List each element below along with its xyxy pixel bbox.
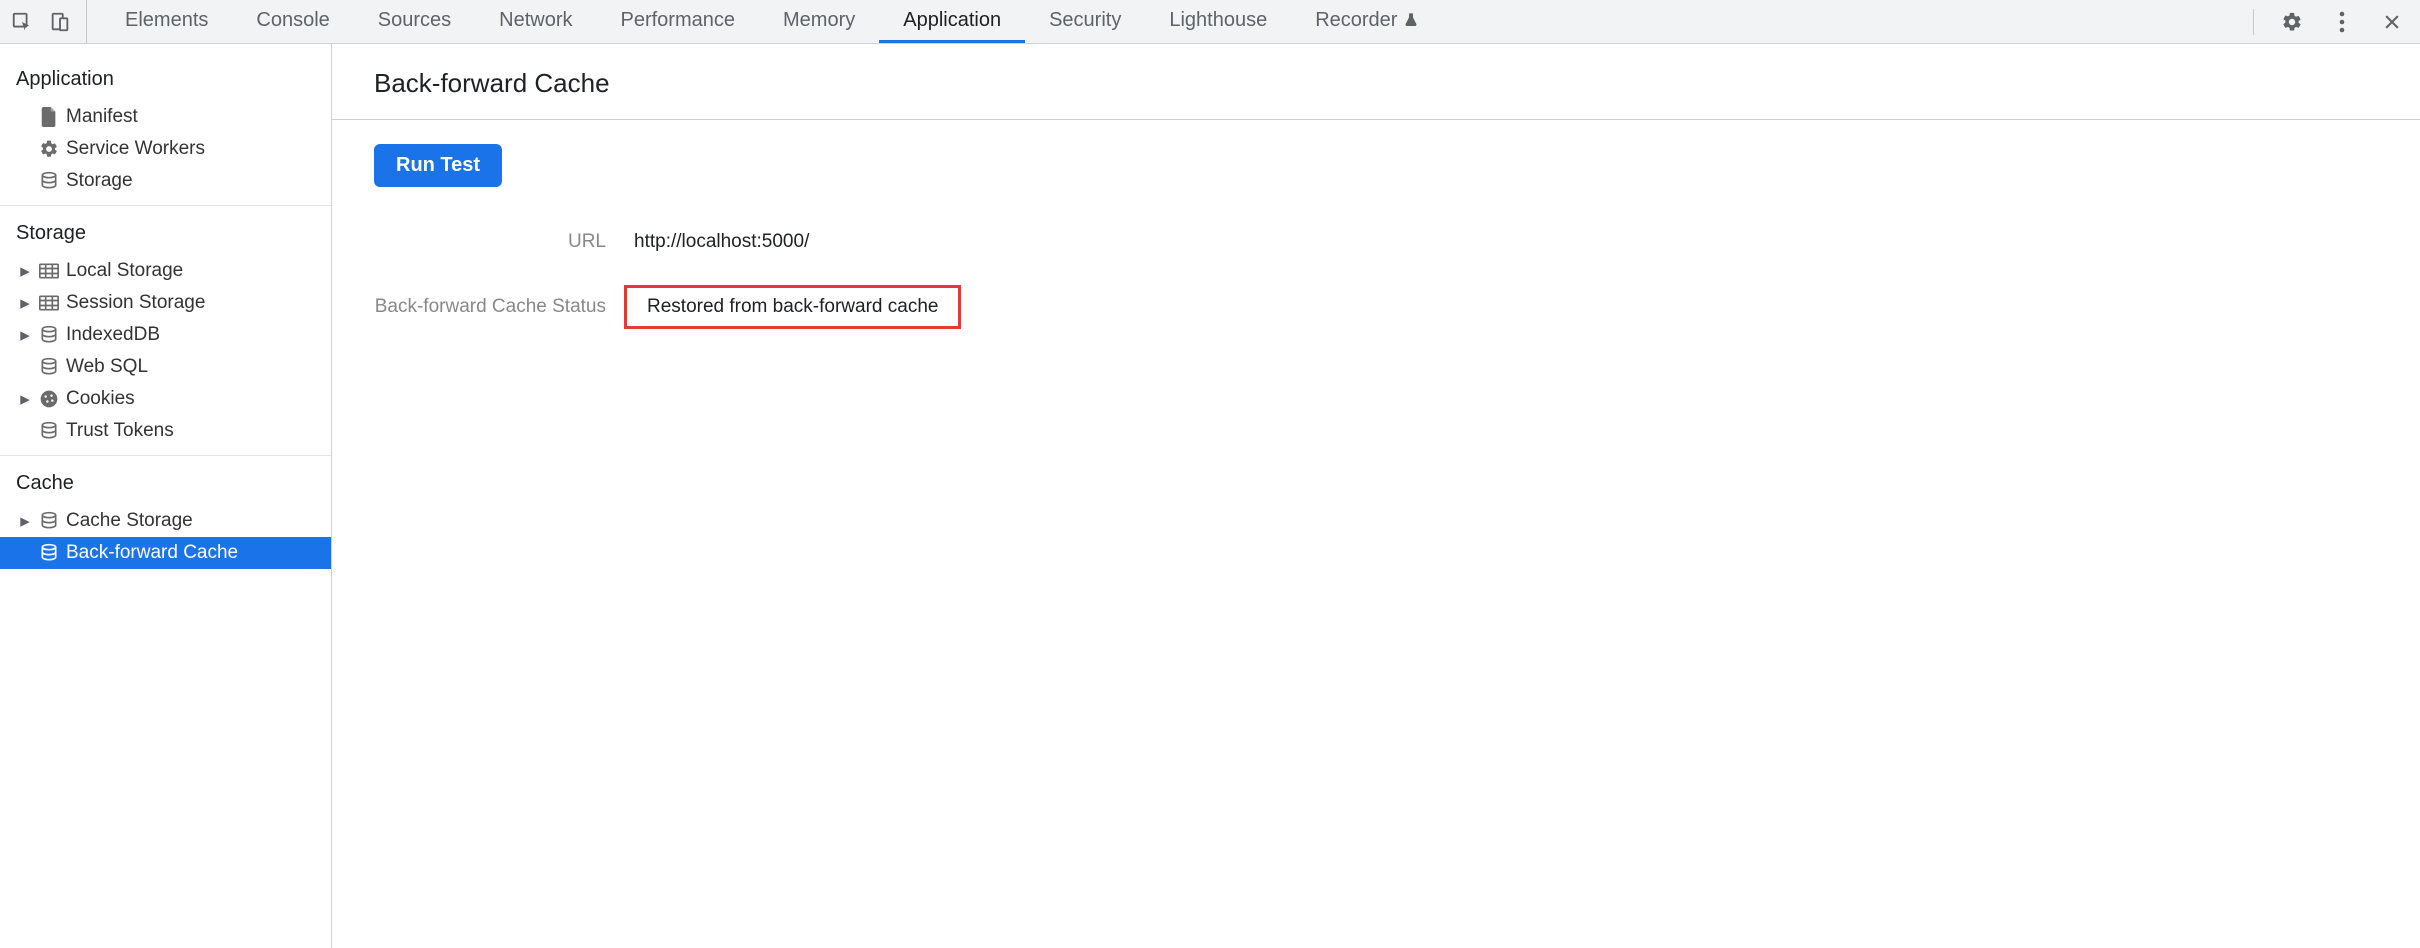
database-icon: [38, 542, 60, 564]
devtools-topbar: Elements Console Sources Network Perform…: [0, 0, 2420, 44]
sidebar-item-label: Session Storage: [66, 292, 205, 314]
close-icon[interactable]: [2380, 10, 2404, 34]
sidebar-item-cache-storage[interactable]: ▸ Cache Storage: [0, 505, 331, 537]
sidebar-item-trust-tokens[interactable]: ▸ Trust Tokens: [0, 415, 331, 447]
divider: [2253, 9, 2254, 35]
section-cache: Cache ▸ Cache Storage ▸ Back-forward Cac…: [0, 464, 331, 577]
tab-lighthouse[interactable]: Lighthouse: [1145, 0, 1291, 43]
main-area: Application ▸ Manifest ▸ Service Workers…: [0, 44, 2420, 948]
sidebar-item-label: Back-forward Cache: [66, 542, 238, 564]
url-label: URL: [374, 231, 624, 253]
section-application: Application ▸ Manifest ▸ Service Workers…: [0, 60, 331, 206]
tab-sources[interactable]: Sources: [354, 0, 475, 43]
sidebar-item-label: Cookies: [66, 388, 135, 410]
sidebar-item-label: IndexedDB: [66, 324, 160, 346]
inspect-element-icon[interactable]: [10, 10, 34, 34]
sidebar-item-storage[interactable]: ▸ Storage: [0, 165, 331, 197]
tab-recorder-label: Recorder: [1315, 9, 1397, 32]
sidebar-item-manifest[interactable]: ▸ Manifest: [0, 101, 331, 133]
cookie-icon: [38, 388, 60, 410]
tab-performance[interactable]: Performance: [597, 0, 760, 43]
sidebar-item-label: Cache Storage: [66, 510, 193, 532]
sidebar-item-label: Storage: [66, 170, 133, 192]
url-value: http://localhost:5000/: [624, 225, 819, 259]
content-body: Run Test URL http://localhost:5000/ Back…: [332, 120, 2420, 379]
table-icon: [38, 260, 60, 282]
chevron-right-icon: ▸: [18, 296, 32, 310]
status-label: Back-forward Cache Status: [374, 296, 624, 318]
flask-icon: [1403, 12, 1419, 28]
sidebar-item-label: Trust Tokens: [66, 420, 174, 442]
database-icon: [38, 324, 60, 346]
section-title-application: Application: [0, 60, 331, 101]
sidebar-item-session-storage[interactable]: ▸ Session Storage: [0, 287, 331, 319]
page-title: Back-forward Cache: [374, 68, 2420, 99]
chevron-right-icon: ▸: [18, 264, 32, 278]
section-storage: Storage ▸ Local Storage ▸ Session Storag…: [0, 214, 331, 456]
settings-icon[interactable]: [2280, 10, 2304, 34]
section-title-cache: Cache: [0, 464, 331, 505]
database-icon: [38, 420, 60, 442]
topbar-right-controls: [2253, 9, 2410, 35]
sidebar-item-label: Web SQL: [66, 356, 148, 378]
tab-memory[interactable]: Memory: [759, 0, 879, 43]
chevron-right-icon: ▸: [18, 328, 32, 342]
sidebar-item-local-storage[interactable]: ▸ Local Storage: [0, 255, 331, 287]
content-header: Back-forward Cache: [332, 44, 2420, 120]
database-icon: [38, 510, 60, 532]
device-toggle-icon[interactable]: [48, 10, 72, 34]
more-icon[interactable]: [2330, 10, 2354, 34]
tab-elements[interactable]: Elements: [101, 0, 232, 43]
info-row-status: Back-forward Cache Status Restored from …: [374, 285, 2378, 329]
sidebar-item-label: Local Storage: [66, 260, 183, 282]
sidebar-item-label: Service Workers: [66, 138, 205, 160]
info-row-url: URL http://localhost:5000/: [374, 225, 2378, 259]
info-grid: URL http://localhost:5000/ Back-forward …: [374, 225, 2378, 329]
application-sidebar: Application ▸ Manifest ▸ Service Workers…: [0, 44, 332, 948]
database-icon: [38, 170, 60, 192]
tab-console[interactable]: Console: [232, 0, 353, 43]
sidebar-item-bfcache[interactable]: ▸ Back-forward Cache: [0, 537, 331, 569]
sidebar-item-cookies[interactable]: ▸ Cookies: [0, 383, 331, 415]
tab-network[interactable]: Network: [475, 0, 596, 43]
run-test-button[interactable]: Run Test: [374, 144, 502, 187]
topbar-left-controls: [10, 0, 87, 43]
section-title-storage: Storage: [0, 214, 331, 255]
tab-recorder[interactable]: Recorder: [1291, 0, 1443, 43]
database-icon: [38, 356, 60, 378]
sidebar-item-label: Manifest: [66, 106, 138, 128]
content-pane: Back-forward Cache Run Test URL http://l…: [332, 44, 2420, 948]
chevron-right-icon: ▸: [18, 392, 32, 406]
document-icon: [38, 106, 60, 128]
tab-application[interactable]: Application: [879, 0, 1025, 43]
status-value: Restored from back-forward cache: [624, 285, 961, 329]
tab-security[interactable]: Security: [1025, 0, 1145, 43]
sidebar-item-indexeddb[interactable]: ▸ IndexedDB: [0, 319, 331, 351]
sidebar-item-service-workers[interactable]: ▸ Service Workers: [0, 133, 331, 165]
chevron-right-icon: ▸: [18, 514, 32, 528]
sidebar-item-web-sql[interactable]: ▸ Web SQL: [0, 351, 331, 383]
table-icon: [38, 292, 60, 314]
gear-icon: [38, 138, 60, 160]
devtools-tabs: Elements Console Sources Network Perform…: [101, 0, 1443, 43]
